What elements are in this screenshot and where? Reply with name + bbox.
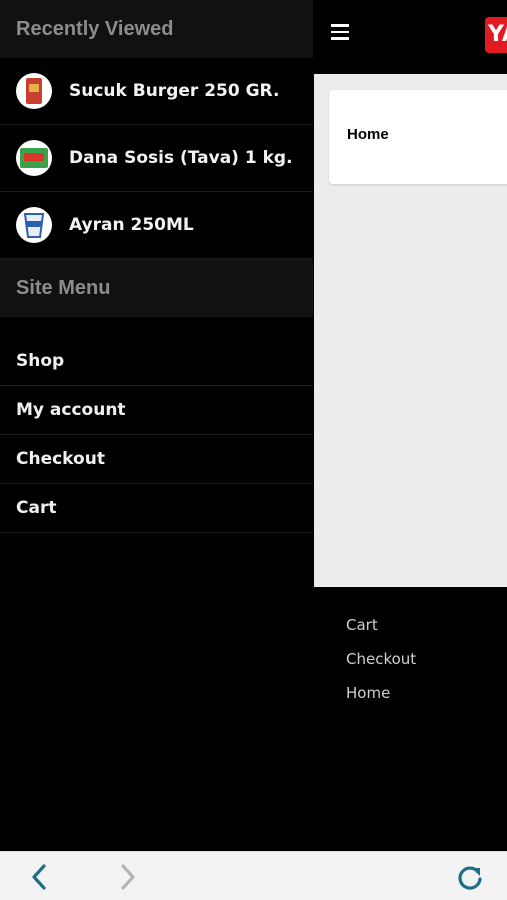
product-thumb-icon: [16, 140, 52, 176]
chevron-right-icon[interactable]: [113, 862, 143, 892]
recent-item-sucuk-burger[interactable]: Sucuk Burger 250 GR.: [0, 58, 313, 125]
menu-item-my-account[interactable]: My account: [0, 386, 313, 435]
recently-viewed-list: Sucuk Burger 250 GR. Dana Sosis (Tava) 1…: [0, 58, 313, 259]
recent-item-label: Sucuk Burger 250 GR.: [69, 81, 280, 101]
menu-item-checkout[interactable]: Checkout: [0, 435, 313, 484]
footer-links: Cart Checkout Home: [346, 612, 416, 714]
site-menu-heading: Site Menu: [0, 259, 313, 317]
sidebar-drawer: Recently Viewed Sucuk Burger 250 GR. Dan…: [0, 0, 313, 851]
hamburger-icon[interactable]: [331, 24, 349, 40]
menu-item-shop[interactable]: Shop: [0, 337, 313, 386]
product-thumb-icon: [16, 73, 52, 109]
footer-link-checkout[interactable]: Checkout: [346, 646, 416, 680]
recent-item-label: Dana Sosis (Tava) 1 kg.: [69, 148, 293, 168]
footer-link-cart[interactable]: Cart: [346, 612, 416, 646]
site-menu-list: Shop My account Checkout Cart: [0, 337, 313, 533]
recently-viewed-heading: Recently Viewed: [0, 0, 313, 58]
home-card[interactable]: Home: [329, 90, 507, 184]
brand-logo[interactable]: YA: [485, 17, 507, 53]
recent-item-label: Ayran 250ML: [69, 215, 194, 235]
browser-nav-bar: [0, 851, 507, 900]
reload-icon[interactable]: [455, 862, 485, 892]
recent-item-ayran[interactable]: Ayran 250ML: [0, 192, 313, 259]
home-card-label: Home: [347, 126, 389, 143]
chevron-left-icon[interactable]: [24, 862, 54, 892]
main-content: Home: [314, 74, 507, 587]
menu-spacer: [0, 317, 313, 337]
recent-item-dana-sosis[interactable]: Dana Sosis (Tava) 1 kg.: [0, 125, 313, 192]
product-thumb-icon: [16, 207, 52, 243]
footer-link-home[interactable]: Home: [346, 680, 416, 714]
menu-item-cart[interactable]: Cart: [0, 484, 313, 533]
top-bar: YA: [313, 0, 507, 74]
